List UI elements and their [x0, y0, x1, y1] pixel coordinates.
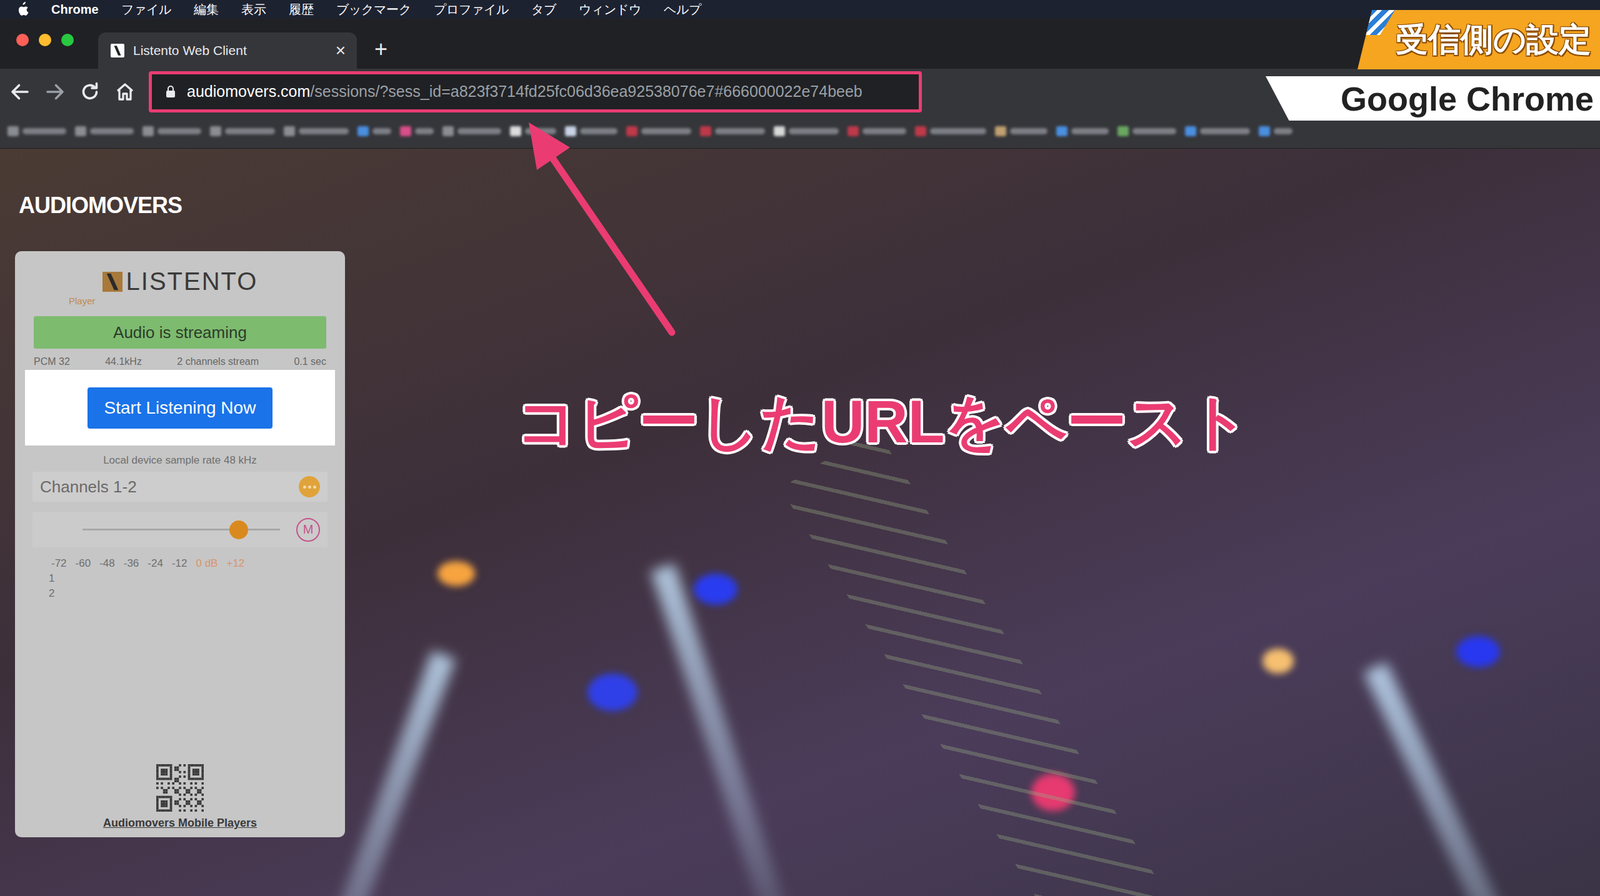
- back-arrow-icon[interactable]: [6, 80, 34, 104]
- bookmark-item[interactable]: [565, 126, 618, 137]
- meter-scale: -72 -60 -48 -36 -24 -12 0 dB +12: [51, 557, 345, 570]
- close-window-icon[interactable]: [16, 33, 29, 47]
- channels-row: Channels 1-2: [32, 471, 328, 502]
- tab-close-button[interactable]: ×: [335, 40, 346, 61]
- menu-item[interactable]: プロファイル: [433, 1, 509, 19]
- scale-tick: -60: [75, 557, 92, 570]
- browser-tab[interactable]: Listento Web Client ×: [98, 32, 357, 69]
- bookmark-item[interactable]: [442, 126, 502, 137]
- stream-info-item: 44.1kHz: [105, 356, 142, 368]
- menu-item[interactable]: 表示: [241, 1, 267, 19]
- menu-item[interactable]: ファイル: [121, 1, 172, 19]
- menu-item[interactable]: ウィンドウ: [578, 1, 642, 19]
- bookmark-item[interactable]: [1258, 126, 1293, 137]
- volume-slider[interactable]: [82, 528, 280, 531]
- menu-item[interactable]: 編集: [193, 1, 219, 19]
- address-bar[interactable]: audiomovers.com/sessions/?sess_id=a823f3…: [148, 71, 922, 113]
- bookmark-item[interactable]: [7, 126, 67, 137]
- nav-buttons: [6, 80, 139, 104]
- menu-item[interactable]: 履歴: [288, 1, 314, 19]
- menu-item[interactable]: ヘルプ: [663, 1, 702, 19]
- listento-logo-icon: [102, 271, 123, 292]
- listento-logo: LISTENTO Player: [15, 267, 345, 307]
- bookmark-item[interactable]: [626, 126, 692, 137]
- scale-tick: -12: [171, 557, 188, 570]
- audiomovers-logo[interactable]: AUDIOMOVERS: [15, 192, 1600, 220]
- scale-tick: -24: [147, 557, 164, 570]
- home-icon[interactable]: [111, 80, 139, 104]
- bookmark-item[interactable]: [75, 126, 134, 137]
- stream-info: PCM 32 44.1kHz 2 channels stream 0.1 sec: [33, 356, 327, 368]
- forward-arrow-icon[interactable]: [41, 80, 69, 104]
- scale-tick: +12: [226, 557, 245, 570]
- window-controls: [0, 33, 74, 47]
- section-badge: 受信側の設定: [1357, 10, 1600, 70]
- scale-tick: -36: [123, 557, 140, 570]
- bookmark-item[interactable]: [1117, 126, 1177, 137]
- scale-tick: -72: [51, 557, 67, 570]
- apple-icon[interactable]: [16, 1, 29, 17]
- bookmark-item[interactable]: [357, 126, 392, 137]
- stream-info-item: 2 channels stream: [176, 356, 259, 368]
- status-bar: Audio is streaming: [33, 316, 327, 349]
- mute-button[interactable]: M: [296, 518, 320, 542]
- scale-tick: 0 dB: [195, 557, 218, 570]
- page: AUDIOMOVERS LISTENTO Player Audio is str…: [0, 148, 1600, 896]
- bookmark-item[interactable]: [773, 126, 839, 137]
- meter-channel: 1: [48, 572, 345, 585]
- qr-code-icon[interactable]: [156, 764, 204, 812]
- bookmark-item[interactable]: [915, 126, 987, 137]
- bookmark-item[interactable]: [700, 126, 765, 137]
- menu-bar: Chrome ファイル 編集 表示 履歴 ブックマーク プロファイル タブ ウィンドウ ヘルプ: [0, 0, 1600, 19]
- url-text: audiomovers.com/sessions/?sess_id=a823f3…: [186, 82, 863, 101]
- scale-tick: -48: [99, 557, 115, 570]
- start-listening-button[interactable]: Start Listening Now: [87, 387, 273, 429]
- sample-rate-text: Local device sample rate 48 kHz: [15, 454, 345, 467]
- lock-icon[interactable]: [165, 85, 176, 99]
- browser-label: Google Chrome: [1265, 76, 1600, 121]
- channels-label: Channels 1-2: [40, 477, 137, 497]
- listento-favicon-icon: [110, 43, 125, 58]
- volume-row: M: [32, 511, 328, 548]
- screen: Chrome ファイル編集表示履歴ブックマークプロファイルタブウィンドウヘルプ …: [0, 0, 1600, 896]
- new-tab-button[interactable]: +: [374, 36, 388, 63]
- start-listening-box: Start Listening Now: [25, 370, 335, 446]
- bookmark-item[interactable]: [142, 126, 202, 137]
- bookmark-item[interactable]: [510, 126, 557, 137]
- bookmark-item[interactable]: [400, 126, 434, 137]
- meter-channel: 2: [48, 587, 345, 600]
- volume-knob[interactable]: [229, 520, 249, 540]
- bookmark-item[interactable]: [995, 126, 1048, 137]
- menu-item[interactable]: ブックマーク: [336, 1, 412, 19]
- menu-item[interactable]: Chrome: [51, 2, 99, 17]
- stream-info-item: PCM 32: [33, 356, 70, 368]
- reload-icon[interactable]: [76, 80, 104, 104]
- bookmark-item[interactable]: [1185, 126, 1250, 137]
- bookmark-item[interactable]: [210, 126, 275, 137]
- bookmark-item[interactable]: [1056, 126, 1109, 137]
- bookmark-item[interactable]: [847, 126, 907, 137]
- stream-info-item: 0.1 sec: [293, 356, 327, 368]
- minimize-window-icon[interactable]: [38, 33, 52, 47]
- bookmark-item[interactable]: [283, 126, 349, 137]
- menu-item[interactable]: タブ: [531, 1, 557, 19]
- more-options-icon[interactable]: [298, 476, 320, 498]
- tab-label: Listento Web Client: [133, 43, 327, 59]
- zoom-window-icon[interactable]: [61, 33, 74, 47]
- callout-text: コピーしたURLをペースト: [516, 382, 1250, 464]
- listento-player: LISTENTO Player Audio is streaming PCM 3…: [15, 251, 345, 838]
- mobile-players-link[interactable]: Audiomovers Mobile Players: [15, 816, 345, 830]
